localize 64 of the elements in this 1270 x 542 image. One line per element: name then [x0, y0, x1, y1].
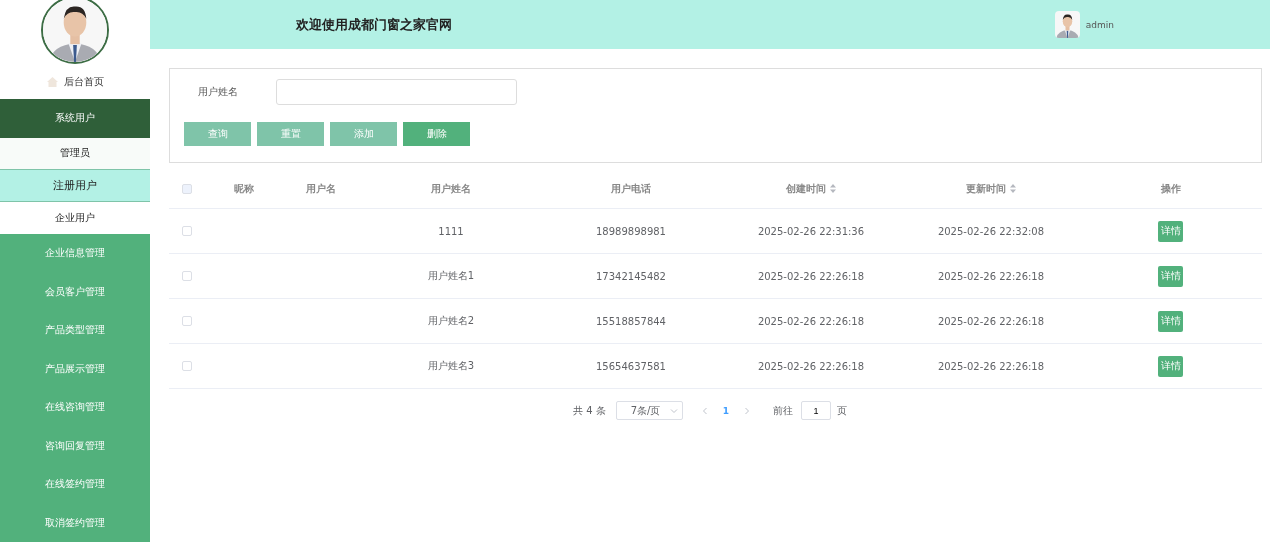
column-header: 更新时间: [966, 181, 1006, 196]
page-input[interactable]: 1: [801, 401, 831, 420]
sort-icon[interactable]: [830, 184, 836, 193]
table-cell: 2025-02-26 22:26:18: [757, 270, 865, 282]
table-cell: 2025-02-26 22:26:18: [937, 315, 1045, 327]
menu-item[interactable]: 企业信息管理: [0, 233, 150, 273]
name-input[interactable]: [276, 79, 517, 105]
chevron-left-icon[interactable]: [700, 406, 709, 415]
table-cell: 15518857844: [596, 315, 666, 327]
field-label: 用户姓名: [197, 85, 239, 99]
home-icon: [46, 76, 58, 87]
table-cell: 18989898981: [596, 225, 666, 237]
page-number[interactable]: 1: [714, 405, 737, 416]
action-button[interactable]: 查询: [184, 122, 251, 146]
table-cell: 15654637581: [596, 360, 666, 372]
detail-button[interactable]: 详情: [1158, 265, 1183, 287]
table-cell: 1111: [438, 225, 464, 237]
menu-item[interactable]: 取消签约管理: [0, 503, 150, 542]
sort-icon[interactable]: [1010, 184, 1016, 193]
column-header: 昵称: [233, 181, 254, 196]
menu-item[interactable]: 在线咨询管理: [0, 387, 150, 427]
menu-item[interactable]: 产品类型管理: [0, 310, 150, 350]
menu-item[interactable]: 咨询回复管理: [0, 426, 150, 465]
table-cell: 用户姓名2: [427, 314, 475, 328]
column-header: 用户姓名: [431, 181, 471, 196]
column-header: 用户名: [305, 181, 336, 196]
action-button[interactable]: 添加: [330, 122, 397, 146]
chevron-down-icon: [669, 406, 678, 415]
detail-button[interactable]: 详情: [1158, 310, 1183, 332]
table-cell: 17342145482: [596, 270, 666, 282]
menu-item[interactable]: 系统用户: [0, 99, 150, 138]
row-checkbox[interactable]: [182, 316, 192, 326]
total-count: 共 4 条: [573, 403, 606, 418]
submenu-item[interactable]: 管理员: [0, 137, 150, 170]
table-cell: 2025-02-26 22:26:18: [937, 270, 1045, 282]
table-cell: 2025-02-26 22:26:18: [937, 360, 1045, 372]
select-all-checkbox[interactable]: [182, 183, 192, 194]
row-checkbox[interactable]: [182, 226, 192, 236]
user-name[interactable]: admin: [1085, 19, 1114, 30]
menu-item[interactable]: 在线签约管理: [0, 464, 150, 504]
chevron-right-icon[interactable]: [743, 406, 751, 415]
page-suffix: 页: [837, 403, 847, 418]
table-cell: 用户姓名3: [427, 359, 475, 373]
action-button[interactable]: 删除: [403, 122, 470, 146]
table-cell: 2025-02-26 22:26:18: [757, 315, 865, 327]
submenu-item[interactable]: 注册用户: [0, 169, 150, 203]
row-checkbox[interactable]: [182, 361, 192, 371]
site-title: 欢迎使用成都门窗之家官网: [296, 15, 453, 34]
menu-item[interactable]: 产品展示管理: [0, 349, 150, 388]
column-header: 用户电话: [611, 181, 651, 196]
home-link[interactable]: 后台首页: [63, 74, 104, 89]
menu-item[interactable]: 会员客户管理: [0, 272, 150, 311]
table-cell: 2025-02-26 22:31:36: [757, 225, 865, 237]
detail-button[interactable]: 详情: [1158, 220, 1183, 242]
column-header: 操作: [1160, 181, 1181, 196]
table-cell: 2025-02-26 22:32:08: [937, 225, 1045, 237]
page-size-select[interactable]: 7条/页: [615, 401, 683, 420]
row-checkbox[interactable]: [182, 271, 192, 281]
column-header: 创建时间: [786, 181, 826, 196]
action-button[interactable]: 重置: [257, 122, 324, 146]
detail-button[interactable]: 详情: [1158, 355, 1183, 377]
table-cell: 2025-02-26 22:26:18: [757, 360, 865, 372]
goto-label: 前往: [773, 403, 793, 418]
table-cell: 用户姓名1: [427, 269, 475, 283]
